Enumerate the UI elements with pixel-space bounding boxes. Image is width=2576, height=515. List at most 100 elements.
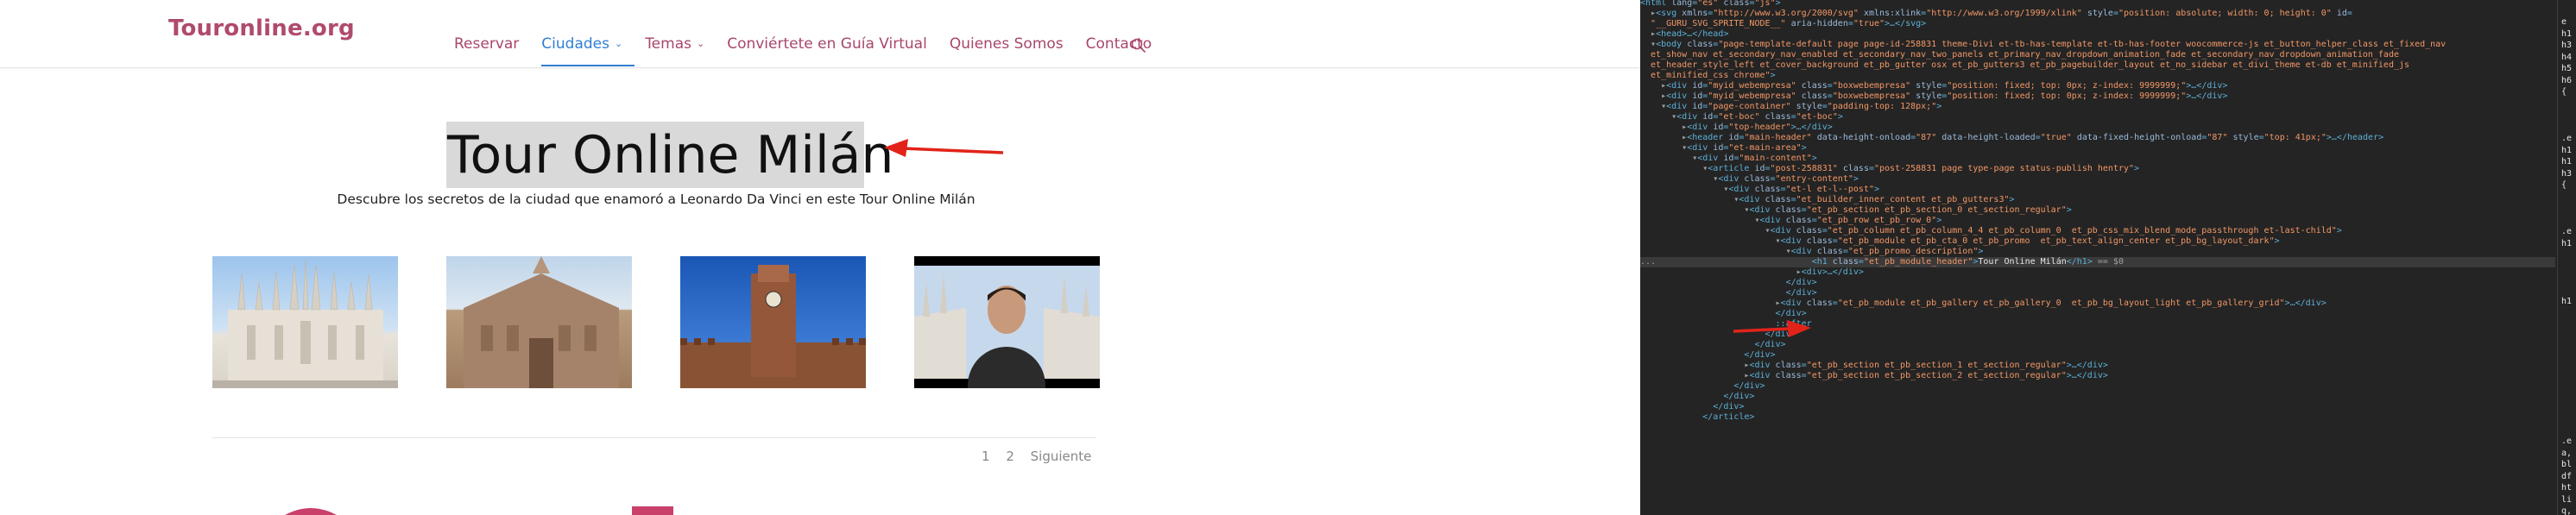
code-token: <body	[1656, 40, 1688, 49]
code-token: ▸	[1640, 81, 1667, 91]
code-token: "true"	[1853, 19, 1885, 28]
search-icon[interactable]	[1131, 38, 1146, 53]
dom-node-line[interactable]: ▾<div class="et_builder_inner_content et…	[1640, 195, 2555, 205]
dom-node-line[interactable]: ▾<div id="et-boc" class="et-boc">	[1640, 112, 2555, 122]
nav-item-3[interactable]: Conviértete en Guía Virtual	[727, 35, 927, 53]
code-token: ▸	[1640, 371, 1750, 380]
pagination-page-2[interactable]: 2	[1006, 449, 1014, 464]
nav-item-0[interactable]: Reservar	[454, 35, 519, 53]
dom-node-line[interactable]: </div>	[1640, 288, 2555, 298]
dom-node-line[interactable]: ▸<header id="main-header" data-height-on…	[1640, 133, 2555, 143]
code-token: "myid_webempresa"	[1708, 91, 1796, 101]
dom-node-line[interactable]: et_header_style_left et_cover_background…	[1640, 60, 2555, 71]
gallery-image-building[interactable]	[446, 256, 632, 388]
styles-fragment: h3	[2561, 41, 2573, 50]
dom-node-line[interactable]: </div>	[1640, 381, 2555, 392]
code-token: ▾	[1640, 174, 1719, 184]
dom-node-line[interactable]: ▾<div id="et-main-area">	[1640, 143, 2555, 154]
code-token: id	[2336, 9, 2347, 18]
nav-item-4[interactable]: Quienes Somos	[950, 35, 1064, 53]
dom-node-line[interactable]: ▾<div id="page-container" style="padding…	[1640, 102, 2555, 112]
code-token: "post-258831 page type-page status-publi…	[1874, 164, 2135, 173]
gallery-pagination: 1 2 Siguiente	[982, 449, 1103, 464]
dom-node-line[interactable]: ▾<div class="et_pb_promo_description">	[1640, 247, 2555, 257]
dom-node-line[interactable]: </div>	[1640, 392, 2555, 402]
dom-node-line[interactable]: ▸<div class="et_pb_section et_pb_section…	[1640, 361, 2555, 371]
dom-node-line[interactable]: </div>	[1640, 340, 2555, 350]
code-token: ▸	[1640, 9, 1657, 18]
dom-node-line[interactable]: ▸<svg xmlns = "http://www.w3.org/2000/svg"…	[1640, 9, 2555, 19]
dom-node-line[interactable]: </div>	[1640, 309, 2555, 319]
nav-item-1[interactable]: Ciudades ⌄	[541, 35, 635, 66]
code-token: id	[1723, 154, 1734, 163]
dom-node-line[interactable]: ▸<div id="myid_webempresa" class="boxweb…	[1640, 81, 2555, 91]
code-token: ▸	[1640, 122, 1688, 132]
dom-node-line[interactable]: ▾<div class="et_pb_section et_pb_section…	[1640, 205, 2555, 216]
styles-fragment: {	[2561, 87, 2567, 97]
code-token: class	[1842, 164, 1869, 173]
dom-node-line[interactable]: </div>	[1640, 278, 2555, 288]
dom-node-line[interactable]: ▾<body class="page-template-default page…	[1640, 40, 2555, 50]
code-token: <div	[1749, 371, 1776, 380]
dom-node-line[interactable]: ▾<div class="entry-content">	[1640, 174, 2555, 185]
styles-fragment: li	[2561, 494, 2573, 505]
dom-node-line[interactable]: "__GURU_SVG_SPRITE_NODE__" aria-hidden="…	[1640, 19, 2555, 29]
code-token: >	[1837, 112, 1843, 122]
styles-fragment: h1	[2561, 238, 2573, 248]
dom-node-line[interactable]: ▾<div class="et-l et-l--post">	[1640, 185, 2555, 195]
dom-node-line[interactable]: ▾<div id="main-content">	[1640, 154, 2555, 164]
dom-node-line[interactable]: ▾<article id="post-258831" class="post-2…	[1640, 164, 2555, 174]
dom-node-line[interactable]: ▸<div>…</div>	[1640, 267, 2555, 278]
dom-node-line[interactable]: et_show_nav et_secondary_nav_enabled et_…	[1640, 50, 2555, 60]
chevron-down-icon: ⌄	[696, 38, 705, 49]
code-token: id	[1713, 143, 1724, 153]
code-token: "87"	[2207, 133, 2228, 142]
code-token: class	[1775, 371, 1802, 380]
code-token: xmlns:xlink	[1863, 9, 1922, 18]
code-token: >	[2066, 205, 2072, 215]
gallery-image-duomo[interactable]	[212, 256, 398, 388]
dom-node-selected[interactable]: ... <h1 class="et_pb_module_header">Tour…	[1640, 257, 2555, 267]
dom-node-line[interactable]: ▸<div id="top-header">…</div>	[1640, 122, 2555, 133]
code-token: "true"	[2040, 133, 2072, 142]
dom-node-line[interactable]: ▾<div class="et_pb_row et_pb_row_0">	[1640, 216, 2555, 226]
code-token: <div	[1718, 174, 1745, 184]
styles-fragment: h3	[2561, 168, 2573, 179]
code-token: <div	[1749, 361, 1776, 370]
dom-node-line[interactable]: ▾<div class="et_pb_module et_pb_cta_0 et…	[1640, 236, 2555, 247]
dom-node-line[interactable]: ▸<div class="et_pb_section et_pb_section…	[1640, 371, 2555, 381]
styles-fragment: {	[2561, 180, 2567, 190]
dom-node-line[interactable]: et_minified_css chrome">	[1640, 71, 2555, 81]
code-token: style	[1796, 102, 1822, 111]
dom-node-line[interactable]: ▸<div id="myid_webempresa" class="boxweb…	[1640, 91, 2555, 102]
code-token: ▸	[1640, 298, 1781, 308]
code-token: Tour Online Milán	[1978, 257, 2067, 267]
dom-node-line[interactable]: </div>	[1640, 402, 2555, 412]
elements-tree: <html lang="es" class="js"> ▸<svg xmlns=…	[1640, 0, 2555, 515]
pagination-page-1[interactable]: 1	[982, 449, 990, 464]
page-subtitle: Descubre los secretos de la ciudad que e…	[337, 192, 975, 207]
code-token: "et_pb_section et_pb_section_0 et_sectio…	[1806, 205, 2067, 215]
code-token: </div>	[1640, 278, 1817, 287]
site-logo[interactable]: Touronline.org	[168, 16, 355, 41]
pagination-next[interactable]: Siguiente	[1031, 449, 1092, 464]
code-token: "et_pb_section et_pb_section_1 et_sectio…	[1806, 361, 2067, 370]
dom-node-line[interactable]: </div>	[1640, 350, 2555, 361]
code-token: class	[1744, 174, 1771, 184]
dom-node-line[interactable]: ▸<div class="et_pb_module et_pb_gallery …	[1640, 298, 2555, 309]
nav-item-2[interactable]: Temas ⌄	[645, 35, 704, 53]
code-token: >…</div>	[1790, 122, 1833, 132]
code-token: >	[1853, 174, 1859, 184]
code-token: ▾	[1640, 195, 1739, 204]
code-token: "et_pb_promo_description"	[1847, 247, 1979, 256]
code-token: <div	[1759, 216, 1786, 225]
code-token: >…</div>	[2284, 298, 2327, 308]
dom-node-line[interactable]: ▸<head>…</head>	[1640, 29, 2555, 40]
dom-node-line[interactable]: <html lang="es" class="js">	[1640, 0, 2555, 9]
devtools-panel: <html lang="es" class="js"> ▸<svg xmlns=…	[1640, 0, 2576, 515]
dom-node-line[interactable]: ▾<div class="et_pb_column et_pb_column_4…	[1640, 226, 2555, 236]
styles-fragment: h1	[2561, 297, 2573, 306]
dom-node-line[interactable]: </article>	[1640, 412, 2555, 423]
gallery-video-thumbnail[interactable]	[914, 256, 1100, 388]
gallery-image-castle-tower[interactable]	[680, 256, 866, 388]
